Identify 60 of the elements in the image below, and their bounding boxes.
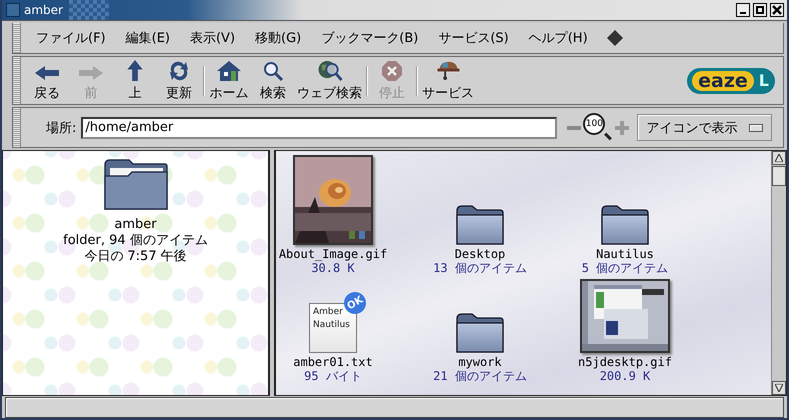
file-info: 5 個のアイテム [582,261,668,275]
location-field[interactable]: /home/amber [81,116,558,138]
forward-arrow-icon [78,64,104,80]
up-arrow-icon [127,60,143,80]
dropdown-indicator-icon [749,124,764,132]
toolbar-button[interactable]: 検索 [251,60,295,102]
toolbar-button[interactable]: 更新 [157,60,201,102]
folder-info: folder, 94 個のアイテム [63,233,208,249]
file-name[interactable]: mywork [458,355,502,369]
cap-icon [436,60,460,80]
back-arrow-icon [34,64,60,80]
file-name[interactable]: amber01.txt [293,355,373,369]
modified-date: 今日の 7:57 午後 [84,249,187,265]
preview-text: Nautilus [313,319,351,332]
stop-icon [382,60,402,80]
logo-mark: L [758,71,769,90]
drag-handle[interactable] [13,108,21,147]
toolbar-button[interactable]: ウェブ検索 [295,60,364,102]
search-icon [263,60,283,80]
file-name[interactable]: Nautilus [596,247,654,261]
scroll-down-icon[interactable] [775,384,783,392]
file-name[interactable]: Desktop [454,247,506,261]
house-icon [217,60,241,80]
menu-item[interactable]: 表示(V) [180,27,244,49]
file-info: 21 個のアイテム [433,369,527,383]
menu-item[interactable]: ファイル(F) [27,27,115,49]
location-label: 場所: [46,120,76,136]
drag-handle[interactable] [13,57,21,104]
folder-icon [601,205,649,245]
toolbar-button[interactable]: 戻る [25,60,69,102]
scrollbar[interactable] [771,151,786,396]
toolbar-button[interactable]: ホーム [207,60,251,102]
scroll-thumb[interactable] [772,166,786,186]
file-info: 95 バイト [304,369,362,383]
view-dropdown[interactable]: アイコンで表示 [637,114,772,141]
title-bar-pattern [68,0,109,20]
window-menu-icon[interactable] [6,3,20,17]
menu-item[interactable]: 移動(G) [246,27,310,49]
folder-icon [456,205,504,245]
file-info: 200.9 K [600,369,650,383]
drag-handle[interactable] [13,23,21,53]
menu-item[interactable]: ブックマーク(B) [312,27,428,49]
file-name[interactable]: n5jdesktp.gif [578,355,672,369]
window-title: amber [24,3,63,17]
file-info: 13 個のアイテム [433,261,527,275]
menu-item[interactable]: 編集(E) [116,27,179,49]
file-info: 30.8 K [311,261,355,275]
scroll-up-icon[interactable] [775,154,783,162]
file-name[interactable]: About_Image.gif [278,247,388,261]
globe-search-icon [316,60,342,80]
reload-icon [168,60,190,80]
toolbar-button[interactable]: サービス [420,60,476,102]
diamond-icon[interactable] [606,30,623,46]
menu-item[interactable]: サービス(S) [429,27,518,49]
open-folder-icon [102,159,168,211]
folder-icon [456,313,504,353]
menu-item[interactable]: ヘルプ(H) [520,27,597,49]
folder-name: amber [114,217,157,233]
logo-text: eaze [692,70,754,90]
toolbar-button[interactable]: 上 [113,60,157,102]
